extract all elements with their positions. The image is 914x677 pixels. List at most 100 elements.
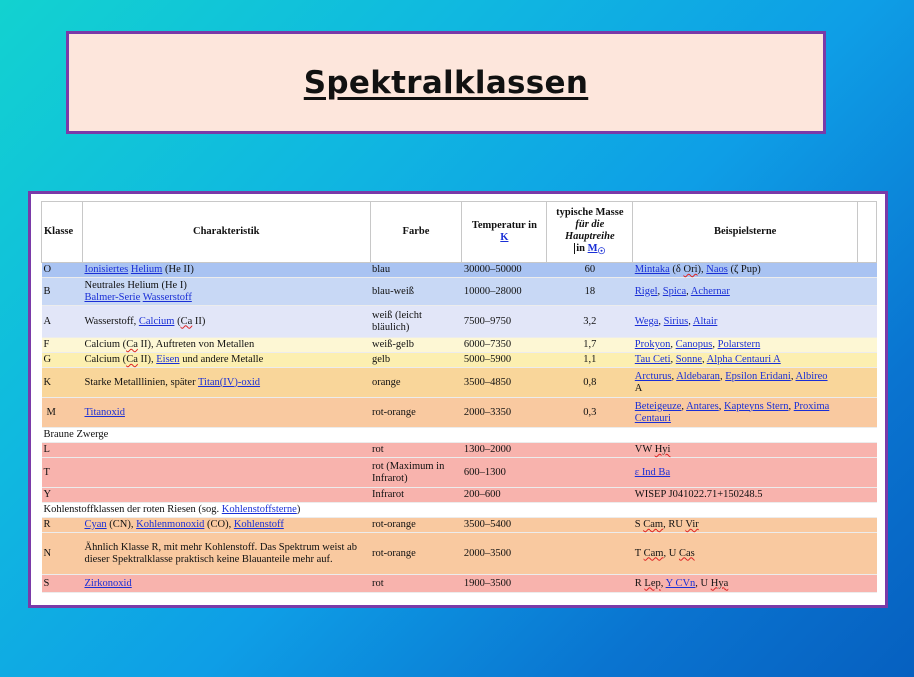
masse-cell: 18 [546,277,633,306]
charakteristik-cell: Cyan (CN), Kohlenmonoxid (CO), Kohlensto… [82,517,371,533]
kapteyns-stern-link[interactable]: Kapteyns Stern [724,401,788,412]
kelvin-link[interactable]: K [500,232,508,243]
table-row-F: F Calcium (Ca II), Auftreten von Metalle… [41,337,877,353]
beteigeuze-link[interactable]: Beteigeuze [635,401,682,412]
charakteristik-cell [82,442,371,458]
wasserstoff-link[interactable]: Wasserstoff [143,292,192,303]
farbe-cell: blau-weiß [370,277,462,306]
farbe-cell: rot [370,574,462,593]
prokyon-link[interactable]: Prokyon [635,339,671,350]
canopus-link[interactable]: Canopus [676,339,713,350]
mintaka-link[interactable]: Mintaka [635,264,670,275]
title-box: Spektralklassen [66,31,826,134]
farbe-cell: weiß-gelb [370,337,462,353]
page-title: Spektralklassen [303,64,589,101]
altair-link[interactable]: Altair [693,316,718,327]
helium-link[interactable]: Helium [131,264,163,275]
eps-ind-ba-link[interactable]: ε Ind Ba [635,467,670,478]
masse-cell: 3,2 [546,305,633,338]
header-masse-line4: in [574,242,585,254]
rigel-link[interactable]: Rigel [635,286,658,297]
klasse-cell: N [41,532,83,575]
beispiele-cell: Wega, Sirius, Altair [632,305,858,338]
y-cvn-link[interactable]: Y CVn [666,578,696,589]
charakteristik-cell: Calcium (Ca II), Eisen und andere Metall… [82,352,371,368]
spica-link[interactable]: Spica [663,286,686,297]
table-row-M: M Titanoxid rot-orange 2000–3350 0,3 Bet… [41,397,877,428]
klasse-cell: A [41,305,83,338]
table-row-T: T rot (Maximum in Infrarot) 600–1300 ε I… [41,457,877,488]
alpha-centauri-link[interactable]: Alpha Centauri A [707,354,781,365]
farbe-cell: orange [370,367,462,398]
table-row-L: L rot 1300–2000 VW Hyi [41,442,877,458]
zirkonoxid-link[interactable]: Zirkonoxid [84,578,131,589]
albireo-link[interactable]: Albireo [795,371,827,382]
charakteristik-cell: Ähnlich Klasse R, mit mehr Kohlenstoff. … [82,532,371,575]
header-masse: typische Masse für die Hauptreihe in M☉ [546,201,634,263]
naos-link[interactable]: Naos [706,264,728,275]
klasse-cell: R [41,517,83,533]
temp-cell: 10000–28000 [461,277,547,306]
titan-iv-oxid-link[interactable]: Titan(IV)-oxid [198,377,260,388]
header-masse-line2: für die [575,218,605,230]
farbe-cell: rot (Maximum in Infrarot) [370,457,462,488]
temp-cell: 5000–5900 [461,352,547,368]
charakteristik-cell: Titanoxid [82,397,371,428]
table-header-row: Klasse Charakteristik Farbe Temperatur i… [41,201,877,263]
section-label: Kohlenstoffklassen der roten Riesen (sog… [41,502,877,518]
header-farbe: Farbe [369,201,463,263]
charakteristik-cell: Calcium (Ca II), Auftreten von Metallen [82,337,371,353]
beispiele-cell: Prokyon, Canopus, Polarstern [632,337,858,353]
table-row-N: N Ähnlich Klasse R, mit mehr Kohlenstoff… [41,532,877,575]
antares-link[interactable]: Antares [686,401,719,412]
beispiele-cell: Beteigeuze, Antares, Kapteyns Stern, Pro… [632,397,858,428]
klasse-cell: M [41,397,83,428]
beispiele-cell: WISEP J041022.71+150248.5 [632,487,858,503]
klasse-cell: G [41,352,83,368]
farbe-cell: Infrarot [370,487,462,503]
masse-cell: 1,7 [546,337,633,353]
solar-mass-link[interactable]: M☉ [588,243,606,256]
table-row-G: G Calcium (Ca II), Eisen und andere Meta… [41,352,877,368]
temp-cell: 30000–50000 [461,262,547,278]
titanoxid-link[interactable]: Titanoxid [84,407,124,418]
farbe-cell: blau [370,262,462,278]
sirius-link[interactable]: Sirius [664,316,689,327]
epsilon-eridani-link[interactable]: Epsilon Eridani [725,371,791,382]
centauri-link[interactable]: Centauri [635,413,671,424]
wega-link[interactable]: Wega [635,316,659,327]
temp-cell: 7500–9750 [461,305,547,338]
section-row-kohlenstoffklassen: Kohlenstoffklassen der roten Riesen (sog… [41,502,877,518]
beispiele-cell: R Lep, Y CVn, U Hya [632,574,858,593]
polarstern-link[interactable]: Polarstern [718,339,761,350]
header-klasse: Klasse [41,201,83,263]
table-row-S: S Zirkonoxid rot 1900–3500 R Lep, Y CVn,… [41,574,877,593]
kohlenstoffsterne-link[interactable]: Kohlenstoffsterne [222,504,297,515]
farbe-cell: gelb [370,352,462,368]
temp-cell: 200–600 [461,487,547,503]
proxima-link[interactable]: Proxima [794,401,830,412]
header-masse-line3: Hauptreihe [565,230,615,242]
sonne-link[interactable]: Sonne [676,354,702,365]
arcturus-link[interactable]: Arcturus [635,371,672,382]
farbe-cell: weiß (leicht bläulich) [370,305,462,338]
beispiele-cell: Mintaka (δ Ori), Naos (ζ Pup) [632,262,858,278]
kohlenstoff-link[interactable]: Kohlenstoff [234,519,284,530]
cyan-link[interactable]: Cyan [84,519,106,530]
aldebaran-link[interactable]: Aldebaran [676,371,720,382]
beispiele-cell: Arcturus, Aldebaran, Epsilon Eridani, Al… [632,367,858,398]
tau-ceti-link[interactable]: Tau Ceti [635,354,671,365]
ionisiertes-link[interactable]: Ionisiertes [84,264,128,275]
temp-cell: 2000–3350 [461,397,547,428]
calcium-link[interactable]: Calcium [139,316,175,327]
masse-cell: 60 [546,262,633,278]
eisen-link[interactable]: Eisen [156,354,179,365]
header-temperatur: Temperatur in K [461,201,548,263]
beispiele-cell: ε Ind Ba [632,457,858,488]
kohlenmonoxid-link[interactable]: Kohlenmonoxid [136,519,204,530]
charakteristik-cell: Neutrales Helium (He I) Balmer-Serie Wass… [82,277,371,306]
achernar-link[interactable]: Achernar [691,286,730,297]
header-temperatur-label: Temperatur in [471,220,537,231]
balmer-serie-link[interactable]: Balmer-Serie [84,292,140,303]
beispiele-cell: S Cam, RU Vir [632,517,858,533]
